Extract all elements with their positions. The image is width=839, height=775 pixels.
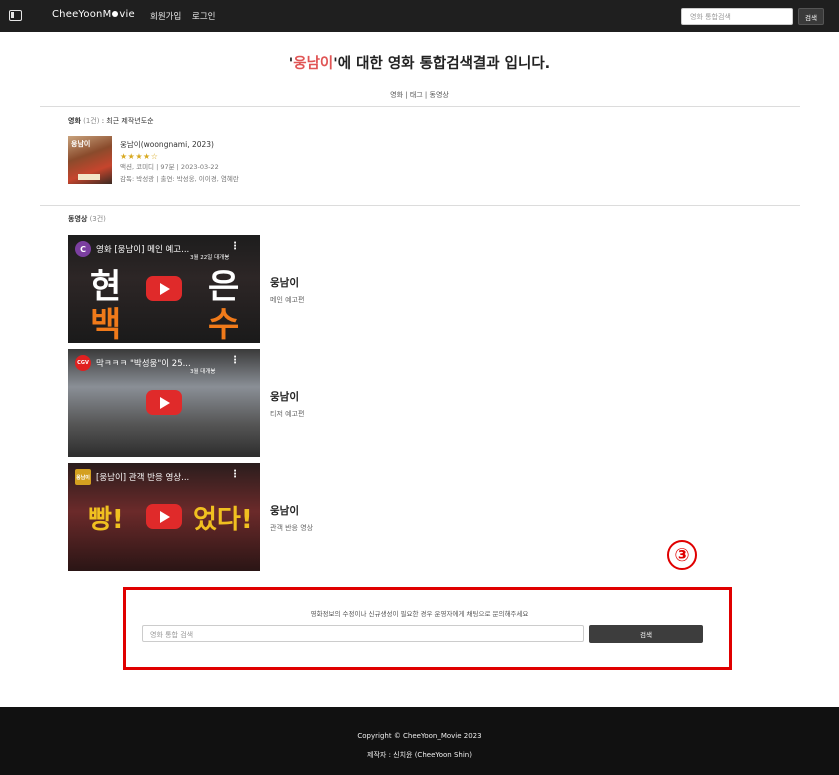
footer-search-button[interactable]: 검색 xyxy=(589,625,703,643)
video-thumbnail[interactable]: 빵! 었다! 웅남이 [웅남이] 관객 반응 영상... ⋮ xyxy=(68,463,260,571)
contact-text: 영화정보의 수정이나 신규생성이 필요한 경우 운영자에게 채팅으로 문의해주세… xyxy=(310,610,529,618)
movie-poster[interactable]: 웅남이 xyxy=(68,136,112,184)
video-name[interactable]: 웅남이 xyxy=(270,389,304,404)
divider xyxy=(40,205,800,206)
video-name[interactable]: 웅남이 xyxy=(270,275,304,290)
video-desc: 메인 예고편 xyxy=(270,296,305,304)
video-name[interactable]: 웅남이 xyxy=(270,503,313,518)
search-keyword: 웅남이 xyxy=(293,56,334,72)
annotation-number: ③ xyxy=(667,540,697,570)
play-icon[interactable] xyxy=(146,390,182,415)
nav-search-button[interactable]: 검색 xyxy=(798,8,824,25)
video-date: 3월 대개봉 xyxy=(190,369,216,375)
video-date: 3월 22일 대개봉 xyxy=(190,255,230,261)
sidebar-toggle-icon[interactable] xyxy=(9,10,22,21)
rating-stars-icon: ★★★★☆ xyxy=(120,151,159,161)
brand-dot-icon xyxy=(112,11,119,17)
more-vert-icon[interactable]: ⋮ xyxy=(230,355,240,366)
navbar: CheeYoonM vie 회원가입 로그인 영화 통합검색 검색 xyxy=(0,0,839,32)
footer-maker: 제작자 : 신치윤 (CheeYoon Shin) xyxy=(367,751,472,759)
play-icon[interactable] xyxy=(146,276,182,301)
footer-copyright: Copyright © CheeYoon_Movie 2023 xyxy=(357,732,482,740)
signup-link[interactable]: 회원가입 xyxy=(150,10,181,22)
login-link[interactable]: 로그인 xyxy=(192,10,215,22)
video-desc: 티저 예고편 xyxy=(270,410,305,418)
page-title: '웅남이'에 대한 영화 통합검색결과 입니다. xyxy=(288,56,551,72)
nav-search-input[interactable]: 영화 통합검색 xyxy=(681,8,793,25)
result-tabs[interactable]: 영화 | 태그 | 동영상 xyxy=(0,90,839,100)
video-label: 웅남이 티저 예고편 xyxy=(270,389,304,419)
channel-avatar: CGV xyxy=(75,355,91,371)
video-thumbnail[interactable]: CGV 막ㅋㅋㅋ "박성웅"이 25... 3월 대개봉 ⋮ xyxy=(68,349,260,457)
more-vert-icon[interactable]: ⋮ xyxy=(230,241,240,252)
footer: Copyright © CheeYoon_Movie 2023 제작자 : 신치… xyxy=(0,707,839,775)
more-vert-icon[interactable]: ⋮ xyxy=(230,469,240,480)
video-title: [웅남이] 관객 반응 영상... xyxy=(96,473,190,483)
channel-avatar: C xyxy=(75,241,91,257)
channel-avatar: 웅남이 xyxy=(75,469,91,485)
movie-credits: 감독: 박성광 | 출연: 박성웅, 이이경, 염혜란 xyxy=(120,174,239,183)
footer-search-input[interactable]: 영화 통합 검색 xyxy=(142,625,584,642)
play-icon[interactable] xyxy=(146,504,182,529)
movie-meta: 액션, 코미디 | 97분 | 2023-03-22 xyxy=(120,163,219,171)
movie-info: 웅남이(woongnami, 2023) ★★★★☆ 액션, 코미디 | 97분… xyxy=(120,139,239,185)
brand-logo[interactable]: CheeYoonM vie xyxy=(52,9,135,20)
video-section-title: 동영상 (3건) xyxy=(68,215,106,223)
video-desc: 관객 반응 영상 xyxy=(270,524,314,532)
divider xyxy=(40,106,800,107)
video-label: 웅남이 메인 예고편 xyxy=(270,275,304,305)
movie-section-title: 영화 (1건) : 최근 제작년도순 xyxy=(68,117,154,125)
video-label: 웅남이 관객 반응 영상 xyxy=(270,503,313,533)
video-thumbnail[interactable]: 현 은 백 수 C 영화 [웅남이] 메인 예고... 3월 22일 대개봉 ⋮ xyxy=(68,235,260,343)
movie-name-link[interactable]: 웅남이(woongnami, 2023) xyxy=(120,139,239,151)
